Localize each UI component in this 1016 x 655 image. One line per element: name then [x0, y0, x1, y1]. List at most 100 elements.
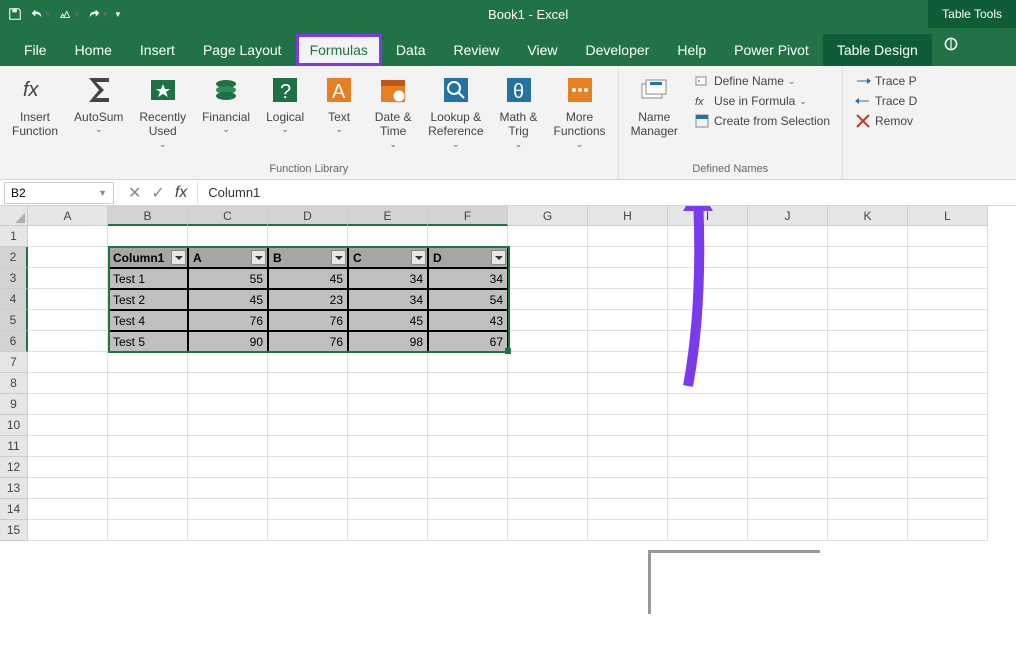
cell[interactable]: [348, 415, 428, 436]
cell[interactable]: [828, 436, 908, 457]
worksheet-grid[interactable]: ABCDEFGHIJKL 123456789101112131415 Colum…: [0, 206, 1016, 655]
cell[interactable]: [28, 226, 108, 247]
cell[interactable]: [268, 520, 348, 541]
cell[interactable]: [828, 226, 908, 247]
cell[interactable]: [588, 310, 668, 331]
cell[interactable]: [908, 268, 988, 289]
filter-dropdown[interactable]: [491, 250, 506, 265]
cell[interactable]: [108, 478, 188, 499]
cell[interactable]: [508, 394, 588, 415]
cell[interactable]: B: [268, 247, 348, 268]
cell[interactable]: 67: [428, 331, 508, 352]
cell[interactable]: [428, 394, 508, 415]
cell[interactable]: [348, 457, 428, 478]
row-header-6[interactable]: 6: [0, 331, 28, 352]
cell[interactable]: [828, 331, 908, 352]
cell[interactable]: [748, 352, 828, 373]
cell[interactable]: [508, 352, 588, 373]
tab-insert[interactable]: Insert: [126, 34, 189, 66]
cell[interactable]: Column1: [108, 247, 188, 268]
row-header-13[interactable]: 13: [0, 478, 28, 499]
cell[interactable]: [188, 352, 268, 373]
cell[interactable]: [108, 226, 188, 247]
cell[interactable]: [828, 352, 908, 373]
cell[interactable]: [28, 394, 108, 415]
tab-file[interactable]: File: [10, 34, 61, 66]
cell[interactable]: [828, 415, 908, 436]
row-header-2[interactable]: 2: [0, 247, 28, 268]
cell[interactable]: [108, 499, 188, 520]
financial-button[interactable]: Financial⌄: [196, 70, 256, 137]
cell[interactable]: [268, 415, 348, 436]
cell[interactable]: [188, 394, 268, 415]
cell[interactable]: [588, 415, 668, 436]
cell[interactable]: [668, 436, 748, 457]
cell[interactable]: [188, 457, 268, 478]
row-header-7[interactable]: 7: [0, 352, 28, 373]
cell[interactable]: [508, 373, 588, 394]
cell[interactable]: C: [348, 247, 428, 268]
cell[interactable]: [588, 457, 668, 478]
row-header-5[interactable]: 5: [0, 310, 28, 331]
cell[interactable]: [828, 499, 908, 520]
cell[interactable]: [348, 478, 428, 499]
cell[interactable]: [268, 226, 348, 247]
cell[interactable]: [908, 289, 988, 310]
cell[interactable]: [748, 268, 828, 289]
row-header-10[interactable]: 10: [0, 415, 28, 436]
formula-input[interactable]: Column1: [198, 185, 1016, 200]
cell[interactable]: [908, 499, 988, 520]
cell[interactable]: 90: [188, 331, 268, 352]
row-header-4[interactable]: 4: [0, 289, 28, 310]
cell[interactable]: [908, 415, 988, 436]
cell[interactable]: [908, 226, 988, 247]
cell[interactable]: [748, 310, 828, 331]
cell[interactable]: [268, 499, 348, 520]
cell[interactable]: [748, 394, 828, 415]
cell[interactable]: [508, 289, 588, 310]
fx-button[interactable]: fx: [175, 184, 187, 202]
cell[interactable]: [28, 289, 108, 310]
cell[interactable]: [508, 331, 588, 352]
filter-dropdown[interactable]: [171, 250, 186, 265]
cell[interactable]: [908, 394, 988, 415]
row-header-3[interactable]: 3: [0, 268, 28, 289]
filter-dropdown[interactable]: [331, 250, 346, 265]
cell[interactable]: [108, 373, 188, 394]
cell[interactable]: [508, 520, 588, 541]
column-header-I[interactable]: I: [668, 206, 748, 226]
cell[interactable]: [348, 352, 428, 373]
remove-arrows-button[interactable]: Remov: [853, 112, 919, 130]
cell[interactable]: 98: [348, 331, 428, 352]
cell[interactable]: 55: [188, 268, 268, 289]
row-header-12[interactable]: 12: [0, 457, 28, 478]
row-header-9[interactable]: 9: [0, 394, 28, 415]
save-button[interactable]: [8, 7, 22, 21]
cell[interactable]: [748, 520, 828, 541]
cell[interactable]: [428, 520, 508, 541]
logical-button[interactable]: ? Logical⌄: [260, 70, 310, 137]
cell[interactable]: [108, 436, 188, 457]
cell[interactable]: [428, 226, 508, 247]
cell[interactable]: 76: [268, 331, 348, 352]
cell[interactable]: [188, 478, 268, 499]
tab-developer[interactable]: Developer: [572, 34, 664, 66]
cell[interactable]: [588, 373, 668, 394]
cell[interactable]: [828, 520, 908, 541]
name-box[interactable]: B2▼: [4, 182, 114, 204]
cell[interactable]: [828, 289, 908, 310]
cell[interactable]: [668, 478, 748, 499]
cell[interactable]: [108, 520, 188, 541]
cell[interactable]: [508, 247, 588, 268]
cell[interactable]: 43: [428, 310, 508, 331]
cell[interactable]: [668, 457, 748, 478]
cell[interactable]: [28, 373, 108, 394]
cell[interactable]: [28, 436, 108, 457]
text-button[interactable]: A Text⌄: [314, 70, 364, 137]
cell[interactable]: [588, 331, 668, 352]
name-manager-button[interactable]: Name Manager: [625, 70, 684, 141]
cell[interactable]: [588, 520, 668, 541]
cell[interactable]: [428, 478, 508, 499]
cell[interactable]: [748, 499, 828, 520]
column-header-F[interactable]: F: [428, 206, 508, 226]
